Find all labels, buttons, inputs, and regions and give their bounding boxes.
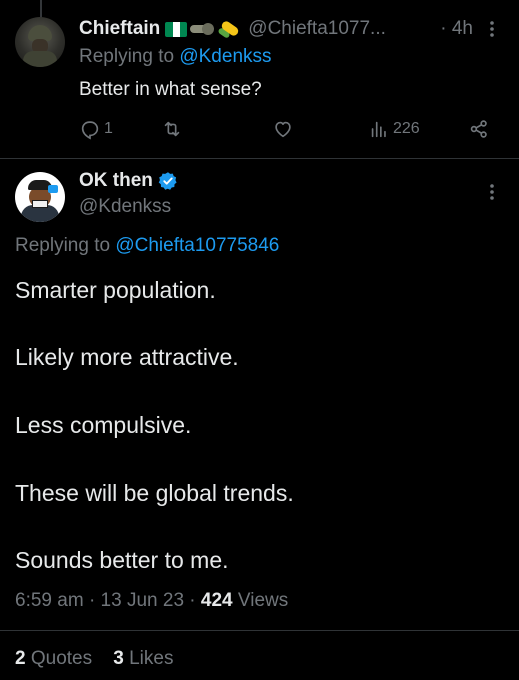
handle[interactable]: @Kdenkss [79,196,171,218]
tank-emoji [190,22,216,36]
share-icon [470,120,487,138]
engagement-stats: 2 Quotes 3 Likes [15,648,173,670]
tweet-meta: 6:59 am · 13 Jun 23 · 424 Views [15,590,288,612]
nigeria-flag-emoji [165,21,188,37]
display-name[interactable]: OK then [79,170,153,192]
reply-tweet[interactable]: Chieftain @Chiefta1077... · 4h Replying … [0,0,519,160]
heart-icon [275,121,291,138]
mention-link[interactable]: @Kdenkss [179,46,271,67]
tweet-text-line: Less compulsive. [15,412,192,438]
divider [0,630,519,631]
views-button[interactable]: 226 [368,116,420,142]
avatar[interactable] [15,17,65,67]
views-count: 226 [393,120,420,137]
tweet-text: Better in what sense? [79,79,262,100]
reply-button[interactable]: 1 [79,116,113,142]
replying-to-line: Replying to @Kdenkss [79,46,272,68]
retweet-button[interactable] [161,116,186,142]
corn-emoji [217,18,241,40]
likes-count: 3 [113,648,124,669]
more-icon[interactable] [483,16,501,42]
tweet-text-line: These will be global trends. [15,480,294,506]
like-button[interactable] [272,116,297,142]
separator: · [88,590,101,611]
handle[interactable]: @Chiefta1077... [248,18,386,40]
tweet-text-line: Likely more attractive. [15,344,239,370]
tweet-text-line: Sounds better to me. [15,547,229,573]
quotes-label: Quotes [30,648,93,669]
author-name-row: OK then [79,169,178,193]
more-icon[interactable] [483,180,501,204]
avatar[interactable] [15,172,65,222]
divider [0,158,519,159]
tweet-text-line: Smarter population. [15,277,216,303]
reply-icon [81,121,99,140]
verified-badge-icon [158,172,177,190]
action-bar: 1 226 [79,116,499,142]
retweet-icon [164,121,180,137]
tweet-header: Chieftain @Chiefta1077... [79,16,386,42]
views-count: 424 [200,590,233,611]
reply-count: 1 [104,120,113,137]
replying-prefix: Replying to [15,235,111,256]
post-date[interactable]: 13 Jun 23 [101,590,184,611]
likes-link[interactable]: 3 Likes [113,648,173,669]
replying-to-line: Replying to @Chiefta10775846 [15,235,279,257]
timestamp[interactable]: · 4h [440,16,473,42]
quotes-link[interactable]: 2 Quotes [15,648,92,669]
post-time[interactable]: 6:59 am [15,590,84,611]
likes-label: Likes [129,648,174,669]
views-label: Views [237,590,289,611]
views-icon [371,121,386,138]
replying-prefix: Replying to [79,46,175,67]
share-button[interactable] [468,116,490,142]
quotes-count: 2 [15,648,26,669]
mention-link[interactable]: @Chiefta10775846 [115,235,279,256]
separator: · [189,590,201,611]
display-name[interactable]: Chieftain [79,18,160,40]
